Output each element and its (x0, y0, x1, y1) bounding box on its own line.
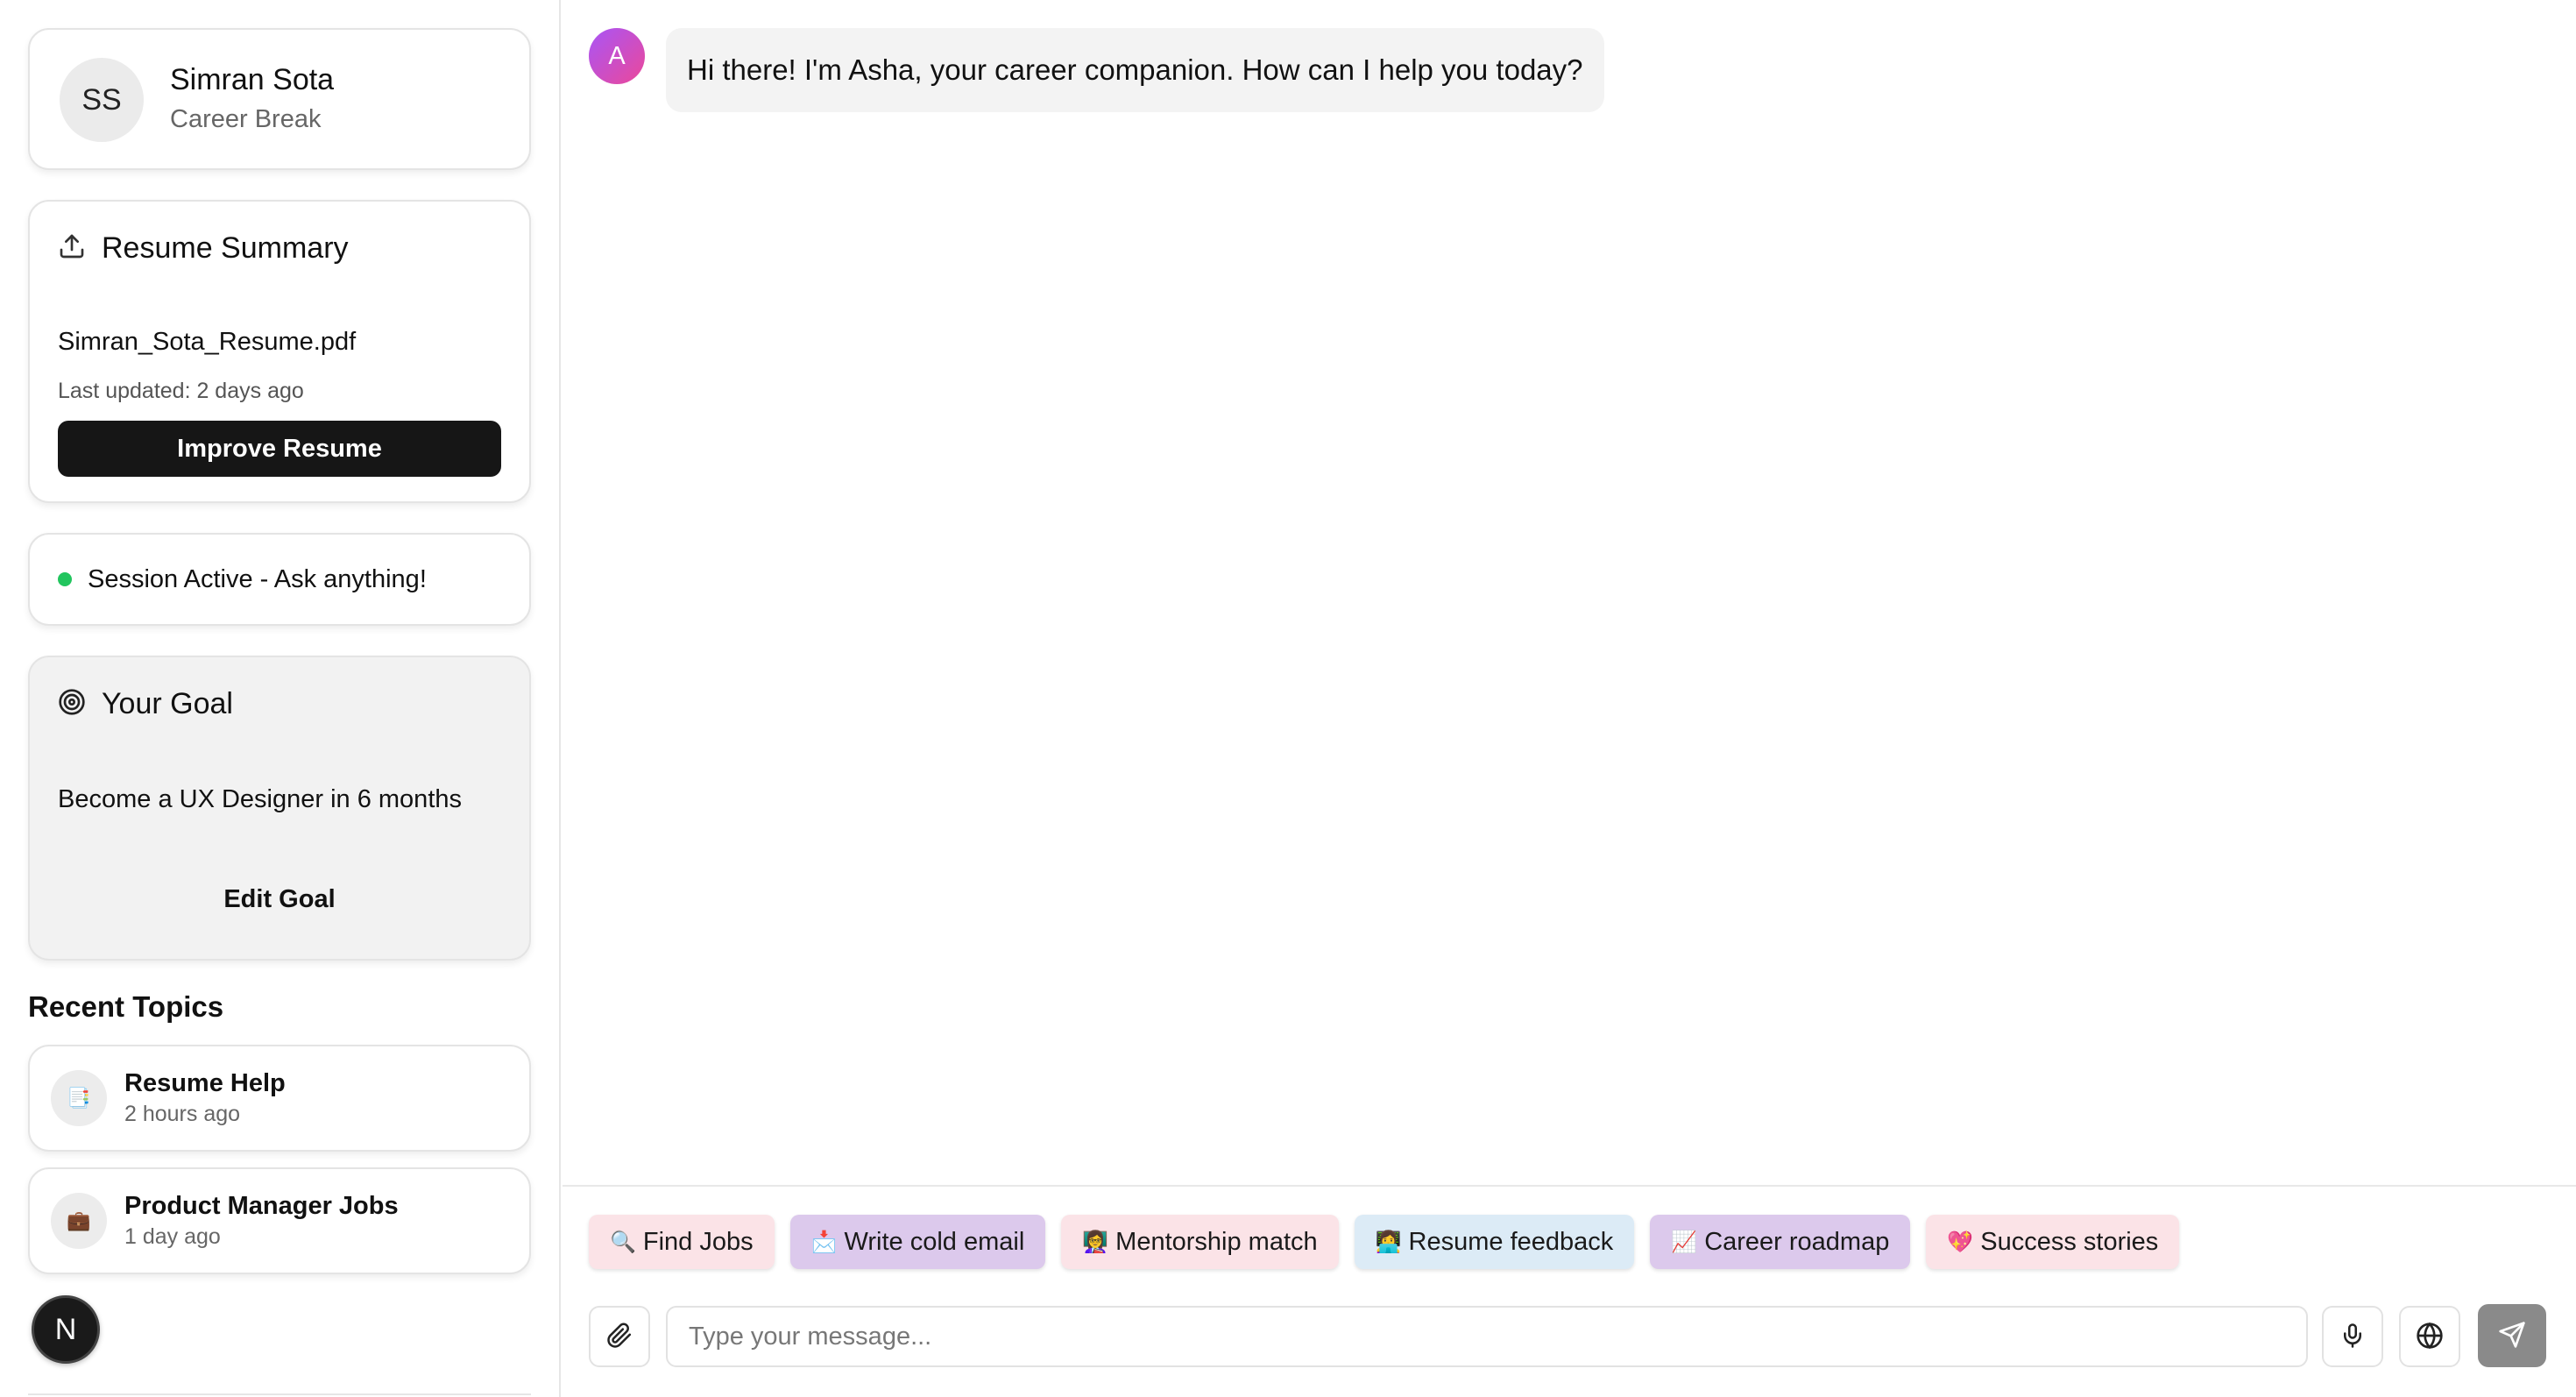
quick-action-success-stories[interactable]: 💖 Success stories (1926, 1215, 2180, 1269)
paperclip-icon (606, 1323, 633, 1351)
divider (28, 1393, 531, 1395)
chart-up-icon: 📈 (1671, 1230, 1698, 1254)
chip-label: Write cold email (844, 1227, 1025, 1256)
heart-icon: 💖 (1947, 1230, 1974, 1254)
chip-label: Find Jobs (642, 1227, 754, 1256)
quick-action-find-jobs[interactable]: 🔍 Find Jobs (589, 1215, 775, 1269)
quick-action-write-cold-email[interactable]: 📩 Write cold email (789, 1215, 1046, 1269)
status-dot (58, 572, 72, 586)
globe-icon (2416, 1322, 2444, 1352)
recent-topics-heading: Recent Topics (28, 990, 224, 1023)
quick-action-career-roadmap[interactable]: 📈 Career roadmap (1650, 1215, 1911, 1269)
assistant-message: Hi there! I'm Asha, your career companio… (666, 28, 1604, 112)
search-icon: 🔍 (610, 1230, 636, 1254)
chat-area: A Hi there! I'm Asha, your career compan… (563, 0, 2576, 1397)
envelope-icon: 📩 (810, 1230, 838, 1254)
assistant-avatar: A (589, 28, 645, 84)
quick-actions: 🔍 Find Jobs 📩 Write cold email 👩‍🏫 Mento… (589, 1215, 2180, 1269)
language-button[interactable] (2399, 1306, 2460, 1367)
improve-resume-button[interactable]: Improve Resume (58, 421, 501, 477)
topic-time: 2 hours ago (124, 1102, 241, 1126)
recent-topic-item[interactable]: 💼 Product Manager Jobs 1 day ago (28, 1167, 531, 1274)
resume-summary-title: Resume Summary (102, 231, 349, 265)
sidebar: SS Simran Sota Career Break Resume Summa… (0, 0, 561, 1397)
topic-title: Product Manager Jobs (124, 1192, 399, 1220)
goal-card: Your Goal Become a UX Designer in 6 mont… (28, 656, 531, 961)
microphone-button[interactable] (2322, 1306, 2383, 1367)
composer-divider (563, 1185, 2576, 1187)
message-input[interactable] (666, 1306, 2308, 1367)
send-icon (2498, 1321, 2526, 1351)
microphone-icon (2339, 1323, 2366, 1351)
floating-n-badge[interactable]: N (32, 1295, 100, 1364)
recent-topic-item[interactable]: 📑 Resume Help 2 hours ago (28, 1045, 531, 1152)
goal-title: Your Goal (102, 687, 233, 720)
teacher-icon: 👩‍🏫 (1082, 1230, 1109, 1254)
chip-label: Resume feedback (1408, 1227, 1614, 1256)
resume-file-name: Simran_Sota_Resume.pdf (58, 328, 357, 356)
topic-time: 1 day ago (124, 1224, 221, 1249)
quick-action-mentorship-match[interactable]: 👩‍🏫 Mentorship match (1061, 1215, 1339, 1269)
chip-label: Success stories (1980, 1227, 2159, 1256)
profile-status: Career Break (170, 105, 322, 133)
document-icon: 📑 (51, 1070, 107, 1126)
chip-label: Mentorship match (1115, 1227, 1318, 1256)
quick-action-resume-feedback[interactable]: 👩‍💻 Resume feedback (1354, 1215, 1635, 1269)
profile-card: SS Simran Sota Career Break (28, 28, 531, 170)
session-status-text: Session Active - Ask anything! (88, 564, 427, 593)
resume-summary-card: Resume Summary Simran_Sota_Resume.pdf La… (28, 200, 531, 503)
upload-icon (58, 232, 86, 265)
briefcase-icon: 💼 (51, 1193, 107, 1249)
resume-last-updated: Last updated: 2 days ago (58, 379, 304, 403)
technologist-icon: 👩‍💻 (1375, 1230, 1402, 1254)
target-icon (58, 688, 86, 720)
session-status-card: Session Active - Ask anything! (28, 533, 531, 626)
profile-name: Simran Sota (170, 63, 335, 96)
goal-text: Become a UX Designer in 6 months (58, 785, 462, 813)
send-button[interactable] (2478, 1304, 2546, 1367)
chip-label: Career roadmap (1704, 1227, 1890, 1256)
attach-button[interactable] (589, 1306, 650, 1367)
edit-goal-button[interactable]: Edit Goal (58, 871, 501, 927)
topic-title: Resume Help (124, 1069, 286, 1097)
avatar: SS (60, 58, 144, 142)
